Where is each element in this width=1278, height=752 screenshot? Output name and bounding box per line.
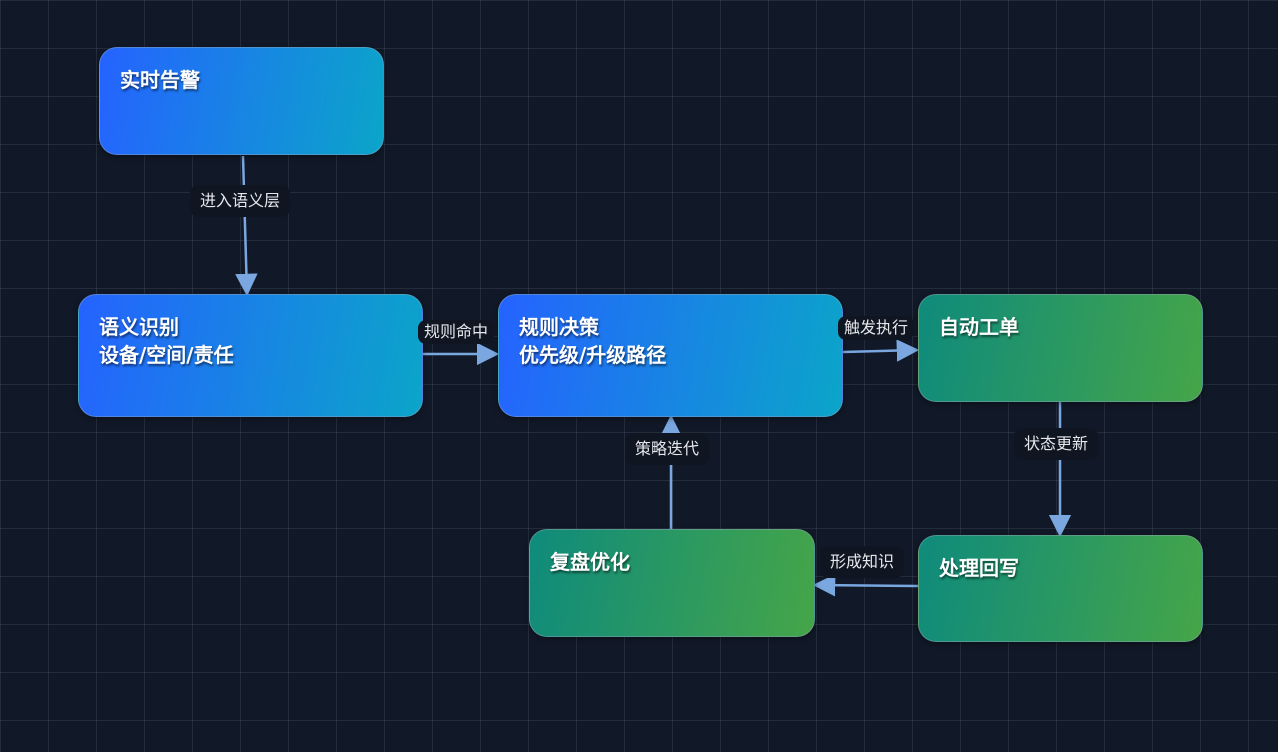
node-writeback-title: 处理回写 [939,556,1019,580]
node-rule-title: 规则决策 [519,315,599,339]
node-review[interactable]: 复盘优化 [529,529,815,637]
edge-alert-to-semantic [235,155,258,297]
edge-label-semantic-to-rule: 规则命中 [418,320,495,344]
node-semantic[interactable]: 语义识别 设备/空间/责任 [78,294,423,417]
node-semantic-title: 语义识别 [99,315,179,339]
node-alert[interactable]: 实时告警 [99,47,384,155]
diagram-canvas: 实时告警 语义识别 设备/空间/责任 规则决策 优先级/升级路径 自动工单 处理… [0,0,1278,752]
node-ticket-title: 自动工单 [939,315,1019,339]
node-alert-title: 实时告警 [120,68,200,92]
node-ticket[interactable]: 自动工单 [918,294,1203,402]
edge-label-rule-to-ticket: 触发执行 [838,316,915,340]
node-rule[interactable]: 规则决策 优先级/升级路径 [498,294,843,417]
edge-label-writeback-to-review: 形成知识 [820,546,905,578]
edge-label-alert-to-semantic: 进入语义层 [190,185,291,217]
edge-rule-to-ticket [842,339,920,362]
node-writeback[interactable]: 处理回写 [918,535,1203,642]
node-rule-subtitle: 优先级/升级路径 [519,343,667,367]
edge-label-review-to-rule: 策略迭代 [625,433,710,465]
node-review-title: 复盘优化 [550,550,630,574]
node-semantic-subtitle: 设备/空间/责任 [99,343,234,367]
edge-writeback-to-review [812,573,919,597]
edge-label-ticket-to-writeback: 状态更新 [1014,428,1099,460]
